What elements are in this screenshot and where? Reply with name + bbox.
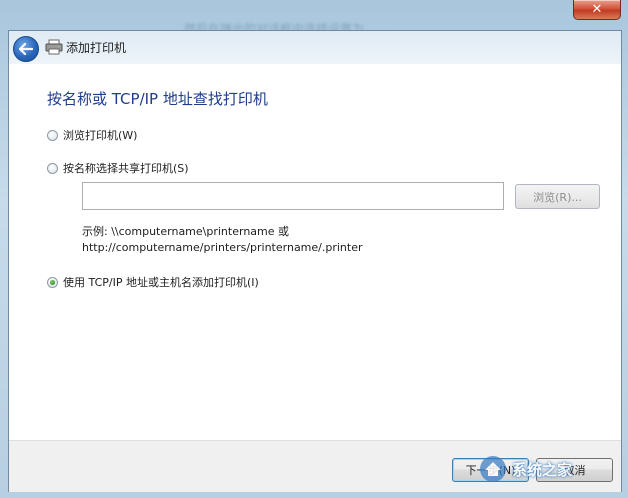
close-button[interactable]: ✕ (573, 0, 621, 20)
wizard-footer: 下一步(N) 取消 (9, 440, 621, 492)
option-tcpip-printer[interactable]: 使用 TCP/IP 地址或主机名添加打印机(I) (47, 274, 259, 290)
browse-button[interactable]: 浏览(R)... (515, 184, 600, 209)
example-text: 示例: \\computername\printername 或 http://… (82, 224, 363, 256)
shared-printer-input[interactable] (82, 182, 504, 210)
example-line-2: http://computername/printers/printername… (82, 241, 363, 254)
wizard-dialog: 添加打印机 按名称或 TCP/IP 地址查找打印机 浏览打印机(W) 按名称选择… (8, 30, 622, 492)
option-label: 浏览打印机(W) (63, 129, 138, 142)
wizard-header: 添加打印机 (9, 31, 621, 64)
back-button[interactable] (13, 36, 39, 62)
radio-shared-printer[interactable] (47, 162, 58, 174)
window-frame: ……然后在弹出的对话框中选择设置为…… ✕ 添加打印机 按名称或 TCP/IP … (0, 0, 628, 498)
option-browse-printer[interactable]: 浏览打印机(W) (47, 127, 137, 143)
option-shared-printer[interactable]: 按名称选择共享打印机(S) (47, 160, 189, 176)
example-line-1: 示例: \\computername\printername 或 (82, 225, 290, 238)
page-heading: 按名称或 TCP/IP 地址查找打印机 (47, 90, 268, 108)
option-label: 使用 TCP/IP 地址或主机名添加打印机(I) (63, 276, 259, 289)
next-button[interactable]: 下一步(N) (452, 458, 529, 482)
back-arrow-icon (19, 43, 33, 55)
cancel-button[interactable]: 取消 (536, 458, 613, 482)
radio-tcpip-printer[interactable] (47, 276, 58, 288)
option-label: 按名称选择共享打印机(S) (63, 162, 189, 175)
radio-browse-printer[interactable] (47, 129, 58, 141)
close-icon: ✕ (591, 2, 603, 17)
wizard-title: 添加打印机 (66, 41, 127, 55)
printer-icon (45, 39, 63, 55)
